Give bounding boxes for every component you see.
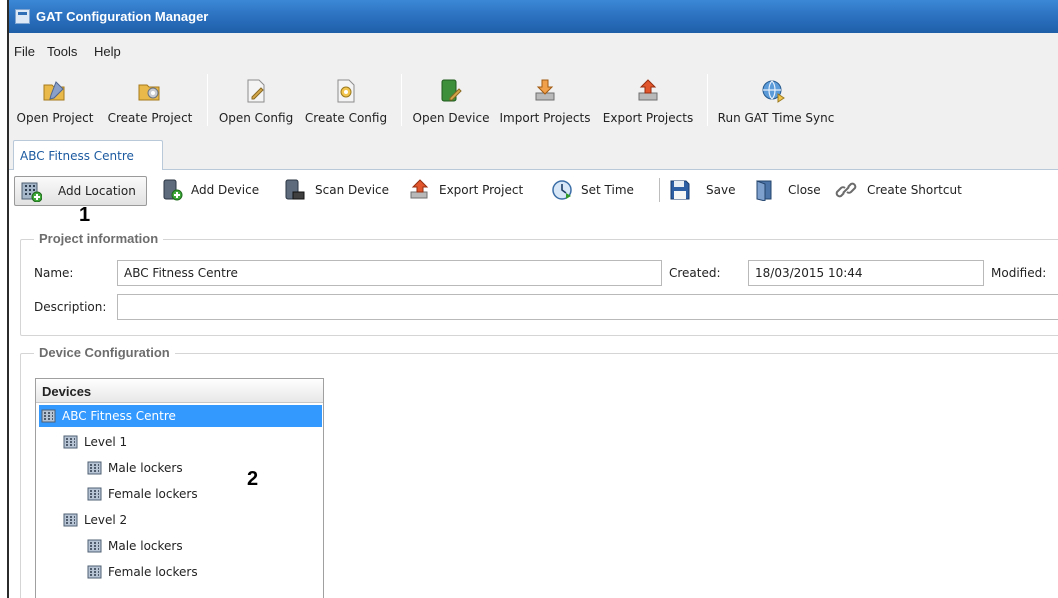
created-field[interactable]: 18/03/2015 10:44 xyxy=(748,260,984,286)
app-icon xyxy=(15,9,30,24)
scan-device-button[interactable]: Scan Device xyxy=(283,176,395,206)
document-edit-icon xyxy=(247,79,265,103)
project-action-bar: Add Location Add Device Scan Device Expo… xyxy=(9,170,1058,210)
toolbar-separator xyxy=(401,74,402,126)
open-config-button[interactable]: Open Config xyxy=(216,74,296,130)
toolbar-separator xyxy=(707,74,708,126)
project-panel: Add Location Add Device Scan Device Expo… xyxy=(9,170,1058,598)
add-device-button[interactable]: Add Device xyxy=(161,176,271,206)
tree-node[interactable]: Female lockers xyxy=(87,561,287,583)
set-time-button[interactable]: Set Time xyxy=(551,176,649,206)
toolbar-separator xyxy=(207,74,208,126)
save-button[interactable]: Save xyxy=(669,176,741,206)
export-project-button[interactable]: Export Project xyxy=(409,176,537,206)
floppy-disk-icon xyxy=(670,180,690,200)
run-gat-time-sync-button[interactable]: Run GAT Time Sync xyxy=(716,74,836,130)
export-projects-button[interactable]: Export Projects xyxy=(599,74,697,130)
tree-node[interactable]: Male lockers xyxy=(87,535,287,557)
open-project-button[interactable]: Open Project xyxy=(11,74,99,130)
tree-node-label: Male lockers xyxy=(108,539,183,553)
tab-abc-fitness-centre[interactable]: ABC Fitness Centre xyxy=(13,140,163,171)
menu-tools[interactable]: Tools xyxy=(47,44,77,59)
building-icon xyxy=(63,435,78,449)
export-arrow-icon xyxy=(638,79,658,101)
tree-node-label: Female lockers xyxy=(108,565,198,579)
add-location-button[interactable]: Add Location xyxy=(14,176,147,206)
building-icon xyxy=(41,409,56,423)
export-arrow-icon xyxy=(410,179,429,199)
door-close-icon xyxy=(756,180,772,201)
app-window: GAT Configuration Manager File Tools Hel… xyxy=(7,0,1058,598)
project-tab-strip: ABC Fitness Centre xyxy=(9,138,1058,171)
create-config-button[interactable]: Create Config xyxy=(301,74,391,130)
modified-label: Modified: xyxy=(991,266,1047,280)
description-field[interactable] xyxy=(117,294,1058,320)
building-icon xyxy=(87,539,102,553)
device-edit-icon xyxy=(441,79,462,102)
building-icon xyxy=(87,461,102,475)
annotation-1: 1 xyxy=(79,204,91,226)
tree-node-label: Level 2 xyxy=(84,513,128,527)
import-arrow-icon xyxy=(535,79,555,101)
globe-sync-icon xyxy=(762,80,785,103)
tree-node[interactable]: Level 1 xyxy=(63,431,263,453)
device-add-icon xyxy=(163,179,183,201)
devices-tree: Devices ABC Fitness Centre Level 1 Male lo… xyxy=(35,378,324,598)
menu-bar: File Tools Help xyxy=(9,33,1058,66)
main-toolbar: Open Project Create Project Open Config xyxy=(9,66,1058,136)
project-information-title: Project information xyxy=(34,231,164,246)
description-label: Description: xyxy=(34,300,107,314)
create-shortcut-button[interactable]: Create Shortcut xyxy=(835,176,980,206)
action-separator xyxy=(659,178,660,202)
device-scan-icon xyxy=(285,179,305,200)
tree-node-label: Level 1 xyxy=(84,435,128,449)
import-projects-button[interactable]: Import Projects xyxy=(496,74,594,130)
building-add-icon xyxy=(21,182,42,202)
create-project-button[interactable]: Create Project xyxy=(101,74,199,130)
tree-node[interactable]: ABC Fitness Centre xyxy=(39,405,322,427)
tree-node[interactable]: Level 2 xyxy=(63,509,263,531)
clock-sync-icon xyxy=(552,180,572,200)
annotation-2: 2 xyxy=(247,468,259,490)
menu-help[interactable]: Help xyxy=(94,44,121,59)
name-label: Name: xyxy=(34,266,74,280)
building-icon xyxy=(63,513,78,527)
title-bar[interactable]: GAT Configuration Manager xyxy=(9,0,1058,33)
device-configuration-title: Device Configuration xyxy=(34,345,175,360)
tree-node-label: Female lockers xyxy=(108,487,198,501)
open-device-button[interactable]: Open Device xyxy=(410,74,492,130)
devices-tree-header: Devices xyxy=(36,379,323,403)
name-field[interactable]: ABC Fitness Centre xyxy=(117,260,662,286)
document-gear-icon xyxy=(337,79,355,103)
menu-file[interactable]: File xyxy=(14,44,35,59)
close-button[interactable]: Close xyxy=(753,176,825,206)
building-icon xyxy=(87,487,102,501)
device-configuration-group: Device Configuration Devices ABC Fitness… xyxy=(20,345,1058,598)
folder-open-icon xyxy=(43,81,65,101)
created-label: Created: xyxy=(669,266,721,280)
link-chain-icon xyxy=(835,182,857,198)
window-title: GAT Configuration Manager xyxy=(36,9,209,24)
project-information-group: Project information Name: ABC Fitness Ce… xyxy=(20,231,1058,336)
building-icon xyxy=(87,565,102,579)
tree-node-label: ABC Fitness Centre xyxy=(62,409,176,423)
folder-gear-icon xyxy=(138,84,160,101)
tree-node-label: Male lockers xyxy=(108,461,183,475)
